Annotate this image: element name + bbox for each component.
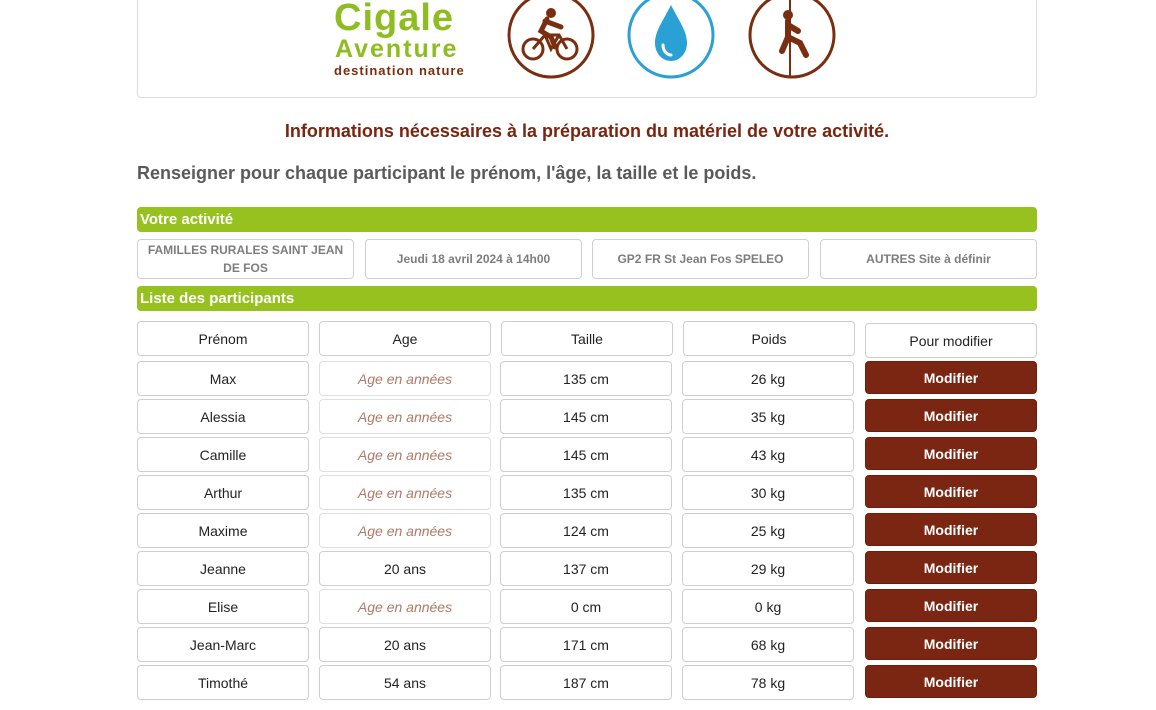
modifier-button[interactable]: Modifier [865, 437, 1037, 470]
participant-age-field[interactable]: Age en années [319, 513, 491, 548]
participant-poids-field[interactable]: 30 kg [682, 475, 854, 510]
modifier-button[interactable]: Modifier [865, 551, 1037, 584]
participant-poids-field[interactable]: 43 kg [682, 437, 854, 472]
header-prenom: Prénom [137, 321, 309, 356]
participant-prenom-field[interactable]: Camille [137, 437, 309, 472]
participant-taille-field[interactable]: 145 cm [500, 399, 672, 434]
participants-section-bar: Liste des participants [137, 286, 1037, 311]
participant-poids-field[interactable]: 29 kg [682, 551, 854, 586]
participant-age-field[interactable]: 20 ans [319, 551, 491, 586]
participant-poids-field[interactable]: 25 kg [682, 513, 854, 548]
participant-poids-field[interactable]: 0 kg [682, 589, 854, 624]
participant-poids-field[interactable]: 35 kg [682, 399, 854, 434]
modifier-button[interactable]: Modifier [865, 361, 1037, 394]
modifier-button[interactable]: Modifier [865, 513, 1037, 546]
info-text: Informations nécessaires à la préparatio… [284, 121, 890, 141]
participant-age-field[interactable]: 20 ans [319, 627, 491, 662]
participant-taille-field[interactable]: 124 cm [500, 513, 672, 548]
participant-age-field[interactable]: Age en années [319, 361, 491, 396]
participant-prenom-field[interactable]: Arthur [137, 475, 309, 510]
cyclist-icon [507, 0, 595, 79]
participant-prenom-field[interactable]: Elise [137, 589, 309, 624]
participant-age-field[interactable]: Age en années [319, 399, 491, 434]
participant-prenom-field[interactable]: Jeanne [137, 551, 309, 586]
participant-taille-field[interactable]: 135 cm [500, 475, 672, 510]
header-taille: Taille [501, 321, 673, 356]
participant-prenom-field[interactable]: Alessia [137, 399, 309, 434]
participant-taille-field[interactable]: 145 cm [500, 437, 672, 472]
activity-section-bar: Votre activité [137, 207, 1037, 232]
participant-prenom-field[interactable]: Maxime [137, 513, 309, 548]
participant-age-field[interactable]: Age en années [319, 475, 491, 510]
modifier-button[interactable]: Modifier [865, 627, 1037, 660]
header-logo-box: Cigale Aventure destination nature [137, 0, 1037, 98]
activity-group: GP2 FR St Jean Fos SPELEO [592, 239, 809, 279]
logo-title: Cigale [334, 0, 455, 39]
modifier-button[interactable]: Modifier [865, 665, 1037, 698]
modifier-button[interactable]: Modifier [865, 399, 1037, 432]
participant-prenom-field[interactable]: Jean-Marc [137, 627, 309, 662]
participant-poids-field[interactable]: 68 kg [682, 627, 854, 662]
participant-prenom-field[interactable]: Max [137, 361, 309, 396]
modifier-button[interactable]: Modifier [865, 589, 1037, 622]
participant-poids-field[interactable]: 26 kg [682, 361, 854, 396]
activity-organization: FAMILLES RURALES SAINT JEAN DE FOS [137, 239, 354, 279]
activity-date: Jeudi 18 avril 2024 à 14h00 [365, 239, 582, 279]
participant-age-field[interactable]: Age en années [319, 437, 491, 472]
water-drop-icon [627, 0, 715, 79]
participant-age-field[interactable]: 54 ans [319, 665, 491, 700]
participant-age-field[interactable]: Age en années [319, 589, 491, 624]
header-poids: Poids [683, 321, 855, 356]
logo-subtitle: Aventure [335, 35, 459, 63]
header-age: Age [319, 321, 491, 356]
participant-poids-field[interactable]: 78 kg [682, 665, 854, 700]
participant-taille-field[interactable]: 171 cm [500, 627, 672, 662]
participant-taille-field[interactable]: 0 cm [500, 589, 672, 624]
header-pour-modifier: Pour modifier [865, 323, 1037, 358]
activity-site: AUTRES Site à définir [820, 239, 1037, 279]
participant-prenom-field[interactable]: Timothé [137, 665, 309, 700]
rappel-climber-icon [748, 0, 836, 79]
participant-taille-field[interactable]: 187 cm [500, 665, 672, 700]
instruction-text: Renseigner pour chaque participant le pr… [137, 163, 757, 183]
modifier-button[interactable]: Modifier [865, 475, 1037, 508]
logo-tagline: destination nature [334, 63, 465, 78]
participant-taille-field[interactable]: 137 cm [500, 551, 672, 586]
participant-taille-field[interactable]: 135 cm [500, 361, 672, 396]
